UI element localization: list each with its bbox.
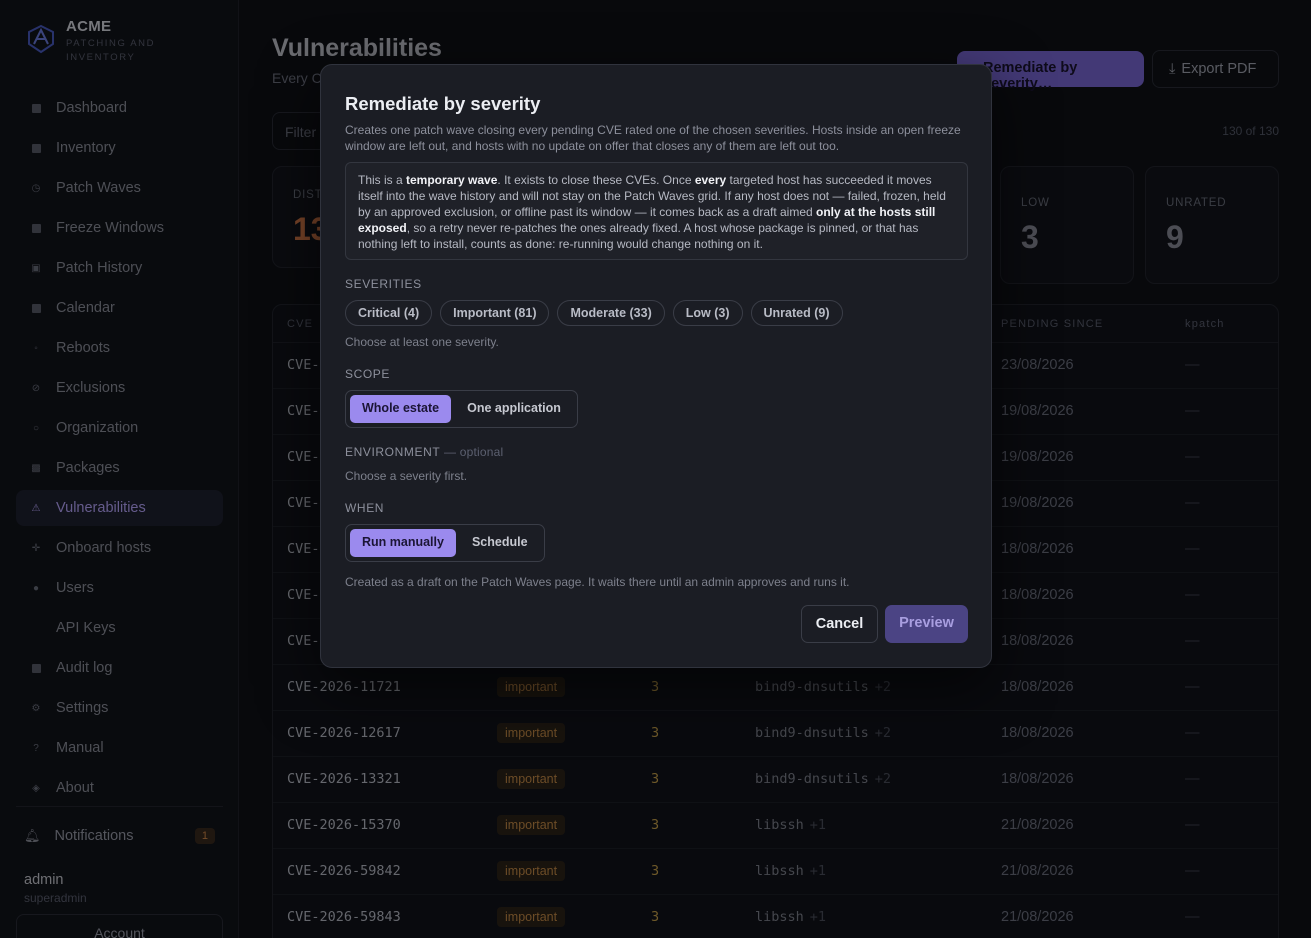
scope-one-application[interactable]: One application bbox=[455, 395, 573, 423]
cancel-button[interactable]: Cancel bbox=[801, 605, 878, 643]
when-toggle: Run manually Schedule bbox=[345, 524, 545, 562]
preview-button[interactable]: Preview bbox=[885, 605, 968, 643]
severity-chip-unrated[interactable]: Unrated (9) bbox=[750, 300, 843, 326]
scope-toggle: Whole estate One application bbox=[345, 390, 578, 428]
when-schedule[interactable]: Schedule bbox=[460, 529, 540, 557]
severity-chips: Critical (4) Important (81) Moderate (33… bbox=[345, 300, 843, 326]
severities-hint: Choose at least one severity. bbox=[345, 335, 499, 349]
scope-whole-estate[interactable]: Whole estate bbox=[350, 395, 452, 423]
when-run-manually[interactable]: Run manually bbox=[350, 529, 456, 557]
severities-label: SEVERITIES bbox=[345, 277, 422, 291]
temporary-wave-info: This is a temporary wave. It exists to c… bbox=[345, 162, 968, 260]
environment-hint: Choose a severity first. bbox=[345, 469, 468, 483]
scope-label: SCOPE bbox=[345, 367, 391, 381]
environment-optional: — optional bbox=[444, 445, 504, 459]
when-label: WHEN bbox=[345, 501, 385, 515]
when-hint: Created as a draft on the Patch Waves pa… bbox=[345, 575, 850, 589]
severity-chip-low[interactable]: Low (3) bbox=[672, 300, 743, 326]
modal-title: Remediate by severity bbox=[345, 93, 541, 114]
severity-chip-critical[interactable]: Critical (4) bbox=[345, 300, 433, 326]
environment-label: ENVIRONMENT — optional bbox=[345, 445, 504, 459]
severity-chip-moderate[interactable]: Moderate (33) bbox=[557, 300, 665, 326]
modal-description: Creates one patch wave closing every pen… bbox=[345, 123, 961, 153]
severity-chip-important[interactable]: Important (81) bbox=[440, 300, 550, 326]
remediate-modal: Remediate by severity Creates one patch … bbox=[320, 64, 992, 668]
